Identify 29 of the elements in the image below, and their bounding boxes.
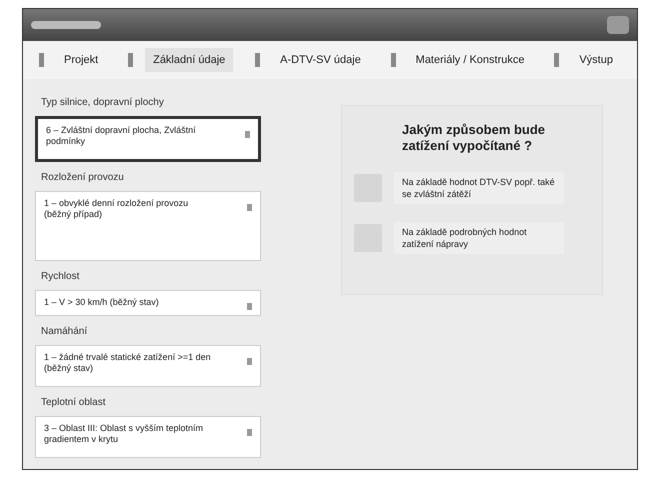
dropdown-handle-icon <box>247 204 252 211</box>
dropdown-field[interactable]: 3 – Oblast III: Oblast s vyšším teplotním gradientem v krytu <box>35 416 261 458</box>
tab-icon <box>255 53 260 67</box>
tab[interactable]: A-DTV-SV údaje <box>272 48 369 72</box>
field-label: Rychlost <box>40 270 80 284</box>
field-label: Teplotní oblast <box>40 396 106 410</box>
dropdown-field[interactable]: 1 – V > 30 km/h (běžný stav) <box>35 290 261 316</box>
dropdown-handle-icon <box>245 131 250 138</box>
dropdown-handle-icon <box>247 303 252 310</box>
dropdown-handle-icon <box>247 429 252 436</box>
tab[interactable]: Materiály / Konstrukce <box>408 48 532 72</box>
tab-icon <box>128 53 134 67</box>
field-label: Namáhání <box>40 325 88 339</box>
dropdown-field[interactable]: 1 – obvyklé denní rozložení provozu (běžný případ) <box>35 191 261 261</box>
option-button[interactable]: Na základě podrobných hodnot zatížení nápravy <box>394 222 564 254</box>
dropdown-handle-icon <box>247 358 252 365</box>
tab-icon <box>390 53 396 67</box>
tab-icon <box>39 53 44 67</box>
window-control-icon[interactable] <box>607 16 629 34</box>
question-heading: Jakým způsobem bude zatížení vypočítané ? <box>401 122 546 154</box>
dropdown-field[interactable]: 6 – Zvláštní dopravní plocha, Zvláštní podmínky <box>35 116 261 162</box>
field-label: Typ silnice, dopravní plochy <box>40 96 165 110</box>
dropdown-field[interactable]: 1 – žádné trvalé statické zatížení >=1 den (běžný stav) <box>35 345 261 387</box>
tab[interactable]: Výstup <box>571 48 621 72</box>
tab[interactable]: Základní údaje <box>145 48 234 72</box>
tab[interactable]: Projekt <box>56 48 106 72</box>
field-label: Rozložení provozu <box>40 171 125 185</box>
tab-icon <box>554 53 560 67</box>
option-button[interactable]: Na základě hodnot DTV-SV popř. také se zvláštní zátěží <box>394 172 564 204</box>
